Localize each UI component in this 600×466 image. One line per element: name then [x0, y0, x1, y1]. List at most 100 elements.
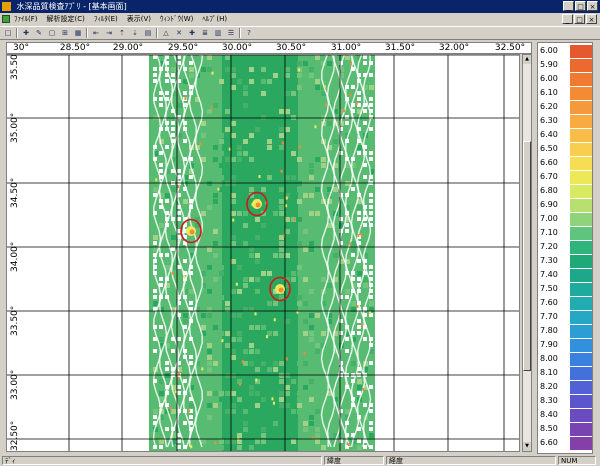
depth-cell: [303, 247, 308, 252]
move-down-icon[interactable]: ⇣: [130, 28, 140, 38]
zoom-icon[interactable]: ✎: [34, 28, 44, 38]
depth-cell: [207, 97, 212, 102]
depth-cell: [231, 175, 236, 180]
minimize-button[interactable]: _: [563, 1, 574, 11]
move-right-icon[interactable]: ⇥: [104, 28, 114, 38]
depth-cell: [255, 277, 260, 282]
outlier-dot: [235, 282, 238, 286]
depth-cell: [345, 283, 350, 288]
column-icon[interactable]: ▥: [213, 28, 223, 38]
legend-value: 6.20: [540, 102, 558, 111]
child-restore-button[interactable]: □: [574, 14, 585, 24]
gap-cell: [357, 259, 361, 263]
depth-cell: [153, 355, 158, 360]
gap-cell: [153, 295, 157, 299]
depth-cell: [237, 367, 242, 372]
legend-row: 7.50: [538, 283, 594, 296]
menu-settings[interactable]: 解析設定(C): [47, 13, 85, 25]
scroll-up-icon[interactable]: ▲: [523, 55, 531, 64]
depth-cell: [291, 379, 296, 384]
gap-cell: [171, 349, 175, 353]
outlier-dot: [347, 442, 350, 446]
depth-cell: [315, 85, 320, 90]
menu-help[interactable]: ﾍﾙﾌﾟ(H): [202, 13, 227, 25]
depth-cell: [237, 157, 242, 162]
child-close-button[interactable]: ×: [586, 14, 597, 24]
depth-cell: [267, 79, 272, 84]
move-up-icon[interactable]: ⇡: [117, 28, 127, 38]
legend-row: 6.60: [538, 157, 594, 170]
outlier-dot: [342, 109, 345, 113]
gap-cell: [153, 289, 157, 293]
outlier-dot: [349, 242, 352, 246]
gap-cell: [357, 151, 361, 155]
rows-icon[interactable]: ☰: [226, 28, 236, 38]
legend-row: 6.30: [538, 115, 594, 128]
depth-cell: [261, 67, 266, 72]
scroll-thumb[interactable]: [523, 141, 531, 371]
move-left-icon[interactable]: ⇤: [91, 28, 101, 38]
gap-cell: [165, 427, 169, 431]
cursor-icon[interactable]: ✚: [21, 28, 31, 38]
legend-value: 6.90: [540, 200, 558, 209]
menu-file[interactable]: ﾌｧｲﾙ(F): [14, 13, 38, 25]
select-icon[interactable]: ▢: [47, 28, 57, 38]
table-icon[interactable]: ▦: [73, 28, 83, 38]
legend-row: 8.50: [538, 423, 594, 436]
legend-value: 8.00: [540, 354, 558, 363]
close-button[interactable]: ×: [587, 1, 598, 11]
document-icon[interactable]: [2, 15, 10, 23]
legend-value: 7.60: [540, 298, 558, 307]
new-icon[interactable]: □: [3, 28, 13, 38]
depth-cell: [303, 277, 308, 282]
anomaly-core: [189, 229, 195, 235]
lon-tick-label: 29.50°: [167, 43, 199, 53]
depth-cell: [369, 301, 374, 306]
legend-row: 8.10: [538, 367, 594, 380]
depth-cell: [255, 259, 260, 264]
depth-cell: [291, 277, 296, 282]
legend-row: 6.50: [538, 143, 594, 156]
lon-tick-label: 30.50°: [275, 43, 307, 53]
legend-row: 8.30: [538, 395, 594, 408]
gap-cell: [189, 355, 193, 359]
depth-cell: [213, 151, 218, 156]
depth-cell: [231, 67, 236, 72]
list-icon[interactable]: ≣: [200, 28, 210, 38]
depth-cell: [303, 361, 308, 366]
depth-cell: [249, 391, 254, 396]
filter-icon[interactable]: ▤: [143, 28, 153, 38]
depth-map[interactable]: 35.50° 35.00° 34.50° 34.00° 33.50° 33.00° 32.5…: [6, 54, 520, 452]
cross-icon[interactable]: ✕: [174, 28, 184, 38]
vertical-scrollbar[interactable]: ▲ ▼: [522, 54, 532, 452]
depth-cell: [309, 67, 314, 72]
triangle-icon[interactable]: △: [161, 28, 171, 38]
mark-icon[interactable]: ✚: [187, 28, 197, 38]
gap-cell: [369, 427, 373, 431]
legend-swatch: [570, 437, 592, 450]
depth-cell: [153, 235, 158, 240]
menu-filter[interactable]: ﾌｨﾙﾀ(E): [94, 13, 118, 25]
grid-icon[interactable]: ⊞: [60, 28, 70, 38]
gap-cell: [171, 133, 175, 137]
outlier-dot: [183, 275, 186, 279]
depth-cell: [219, 151, 224, 156]
outlier-dot: [271, 397, 274, 401]
help-icon[interactable]: ?: [244, 28, 254, 38]
map-canvas[interactable]: [7, 55, 519, 451]
outlier-dot: [217, 187, 220, 191]
child-minimize-button[interactable]: _: [562, 14, 573, 24]
depth-cell: [291, 115, 296, 120]
menu-window[interactable]: ｳｨﾝﾄﾞｳ(W): [160, 13, 193, 25]
depth-cell: [243, 139, 248, 144]
legend-value: 8.30: [540, 396, 558, 405]
depth-cell: [231, 157, 236, 162]
legend-value: 7.20: [540, 242, 558, 251]
maximize-button[interactable]: □: [575, 1, 586, 11]
outlier-dot: [285, 357, 288, 361]
outlier-dot: [188, 409, 191, 413]
menu-view[interactable]: 表示(V): [127, 13, 151, 25]
scroll-down-icon[interactable]: ▼: [523, 442, 531, 451]
depth-cell: [195, 103, 200, 108]
legend-row: 7.80: [538, 325, 594, 338]
